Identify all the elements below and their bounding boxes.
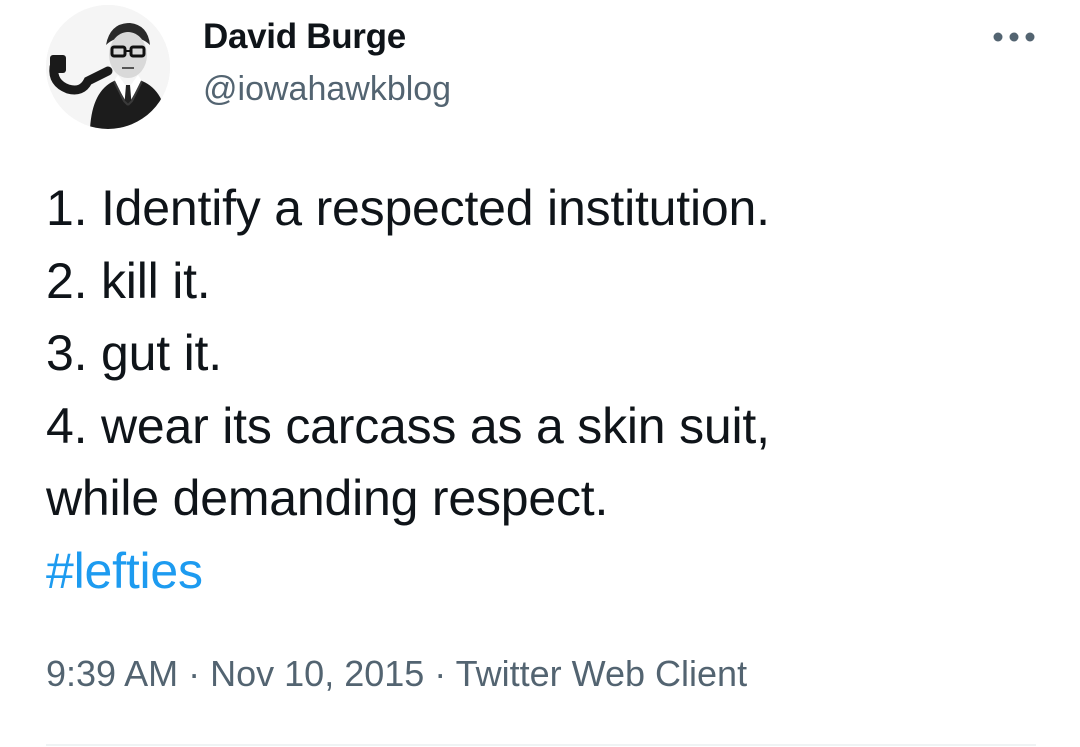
tweet-metadata: 9:39 AM · Nov 10, 2015 · Twitter Web Cli… bbox=[46, 651, 747, 697]
tweet-line: 4. wear its carcass as a skin suit, bbox=[46, 397, 770, 454]
avatar[interactable] bbox=[46, 5, 170, 129]
tweet-line: 2. kill it. bbox=[46, 252, 211, 309]
separator: · bbox=[188, 653, 201, 694]
tweet: David Burge @iowahawkblog 1. Identify a … bbox=[0, 0, 1080, 747]
tweet-line: 1. Identify a respected institution. bbox=[46, 180, 770, 236]
divider bbox=[46, 744, 1036, 746]
tweet-line: while demanding respect. bbox=[46, 470, 609, 526]
tweet-line: 3. gut it. bbox=[46, 325, 222, 381]
more-horizontal-icon bbox=[993, 32, 1035, 42]
separator: · bbox=[434, 653, 447, 694]
profile-photo-icon bbox=[46, 5, 170, 129]
timestamp-link[interactable]: 9:39 AM · Nov 10, 2015 bbox=[46, 653, 424, 694]
display-name[interactable]: David Burge bbox=[203, 16, 451, 58]
tweet-date: Nov 10, 2015 bbox=[210, 653, 425, 694]
tweet-text: 1. Identify a respected institution. 2. … bbox=[46, 172, 1036, 607]
tweet-time: 9:39 AM bbox=[46, 653, 179, 694]
source-client-link[interactable]: Twitter Web Client bbox=[456, 653, 747, 694]
hashtag-link[interactable]: #lefties bbox=[46, 543, 203, 599]
user-handle[interactable]: @iowahawkblog bbox=[203, 67, 451, 111]
author-info: David Burge @iowahawkblog bbox=[203, 16, 451, 111]
more-options-button[interactable] bbox=[990, 22, 1038, 52]
